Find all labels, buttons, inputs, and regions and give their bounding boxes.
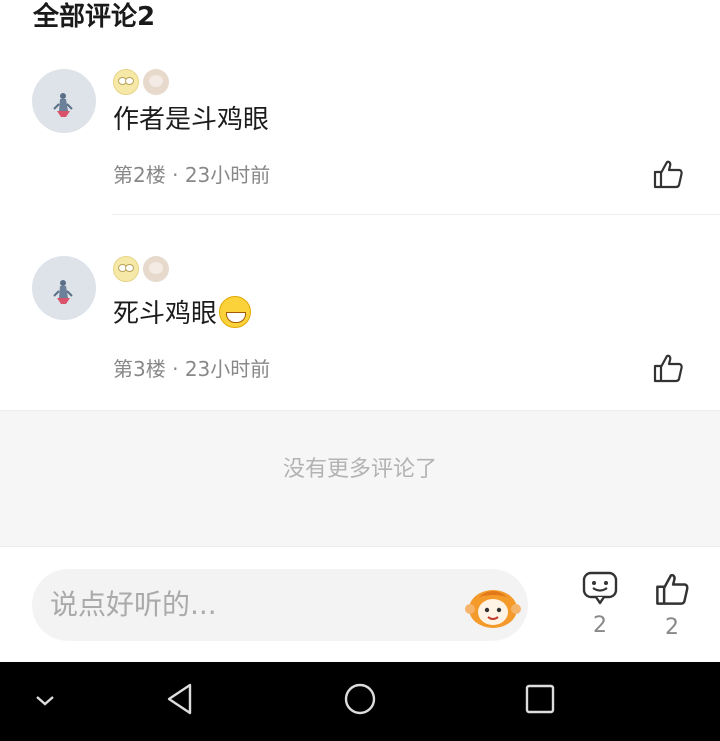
timestamp: 23小时前: [184, 163, 271, 187]
thumbs-up-icon[interactable]: [652, 158, 684, 190]
user-badges: [113, 256, 169, 284]
divider: [112, 214, 720, 215]
avatar-figure-icon: [53, 280, 73, 304]
comment-text: 死斗鸡眼: [113, 299, 218, 329]
comments-section-title: 全部评论2: [33, 2, 156, 32]
no-more-label: 没有更多评论了: [282, 457, 437, 482]
meta-separator: ·: [172, 357, 179, 381]
user-badges: [113, 69, 169, 97]
floor-label: 第2楼: [113, 163, 166, 187]
rolling-eyes-emoji-icon: [113, 69, 139, 95]
comment-count-button[interactable]: 2: [576, 571, 624, 638]
monkey-mascot-icon[interactable]: [464, 583, 522, 629]
avatar-figure-icon: [53, 93, 73, 117]
comment-count: 2: [593, 613, 607, 638]
comment-input[interactable]: 说点好听的...: [32, 569, 528, 641]
monkey-icon: [143, 256, 169, 282]
like-count: 2: [665, 615, 679, 640]
no-more-comments: 没有更多评论了: [0, 410, 720, 547]
thumbs-up-icon[interactable]: [652, 352, 684, 384]
timestamp: 23小时前: [184, 357, 271, 381]
back-icon[interactable]: [164, 682, 196, 716]
avatar[interactable]: [32, 69, 96, 133]
recents-icon[interactable]: [524, 682, 556, 716]
comment-input-placeholder: 说点好听的...: [50, 588, 217, 621]
bottom-comment-bar: 说点好听的... 2 2: [0, 546, 720, 663]
home-icon[interactable]: [343, 682, 377, 716]
comment-text: 作者是斗鸡眼: [113, 105, 270, 135]
floor-label: 第3楼: [113, 357, 166, 381]
avatar[interactable]: [32, 256, 96, 320]
grinning-face-emoji-icon: [219, 296, 252, 328]
chevron-down-icon[interactable]: [34, 692, 56, 710]
system-navigation-bar: [0, 662, 720, 741]
thumbs-up-icon: [656, 573, 689, 605]
comment-icon: [582, 571, 618, 605]
rolling-eyes-emoji-icon: [113, 256, 139, 282]
monkey-icon: [143, 69, 169, 95]
meta-separator: ·: [172, 163, 179, 187]
comment-meta: 第3楼 · 23小时前: [113, 355, 270, 383]
comment-meta: 第2楼 · 23小时前: [113, 161, 270, 189]
like-count-button[interactable]: 2: [648, 571, 696, 640]
comment-text-row: 死斗鸡眼: [113, 296, 252, 332]
